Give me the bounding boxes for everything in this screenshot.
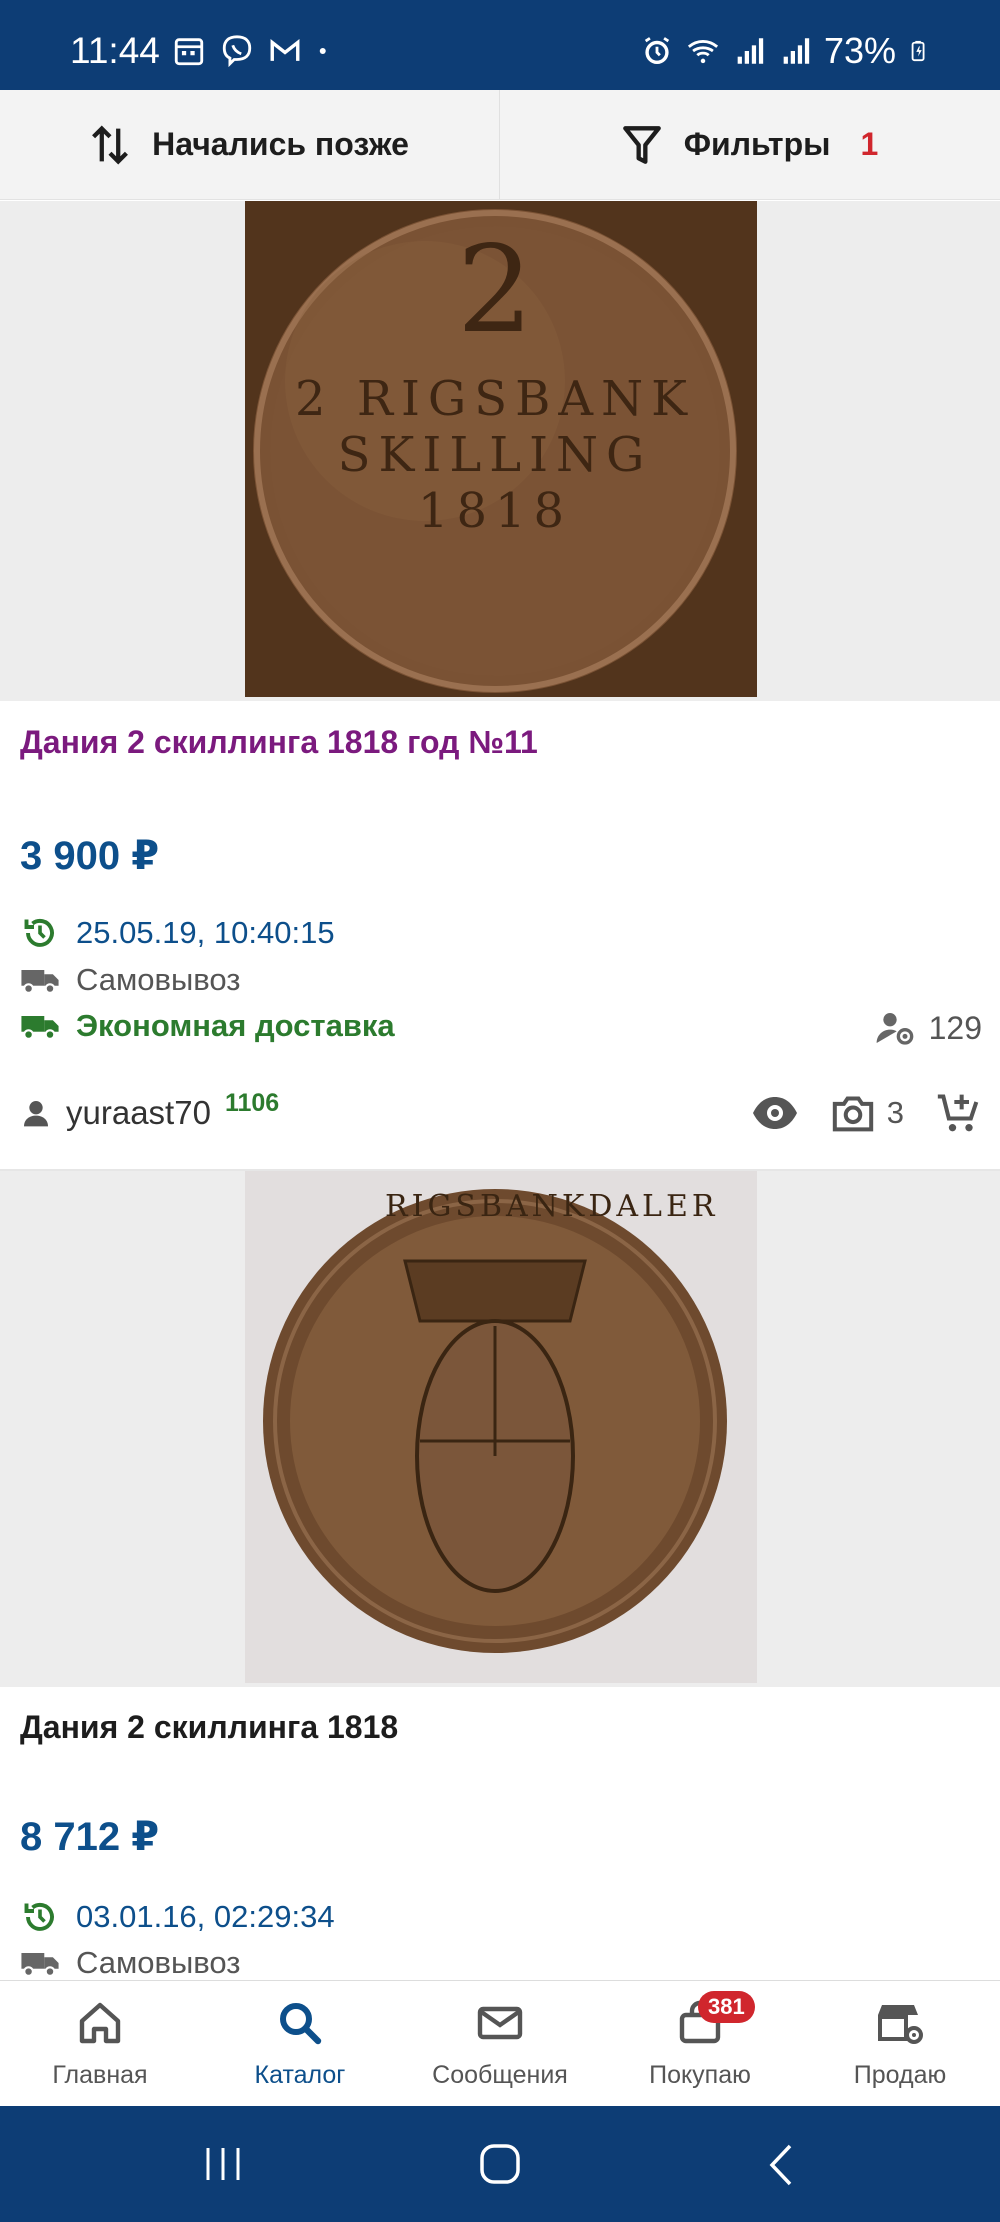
status-left-icons xyxy=(172,34,334,68)
watchers-icon xyxy=(876,1013,913,1045)
home-icon xyxy=(79,2002,121,2044)
view-count: 129 xyxy=(875,1008,982,1048)
sort-filter-bar: Начались позже Фильтры 1 xyxy=(0,90,1000,200)
listing-photo-area[interactable]: RIGSBANKDALER xyxy=(0,1171,1000,1687)
delivery-pickup: Самовывоз xyxy=(20,1945,241,1981)
views-text: 129 xyxy=(928,1009,982,1046)
delivery-pickup: Самовывоз xyxy=(20,962,241,998)
user-icon xyxy=(24,1101,48,1127)
seller[interactable]: yuraast70 1106 xyxy=(20,1089,279,1132)
nav-catalog[interactable]: Каталог xyxy=(200,1981,400,2106)
listing-card[interactable]: RIGSBANKDALER Дания 2 скиллинга 1818 8 7… xyxy=(0,1171,1000,1980)
history-icon xyxy=(24,918,54,947)
nav-messages[interactable]: Сообщения xyxy=(400,1981,600,2106)
alarm-icon xyxy=(644,37,670,65)
nav-home-label: Главная xyxy=(52,2061,148,2089)
truck-fast-icon xyxy=(21,1016,59,1040)
nav-buying[interactable]: 381 Покупаю xyxy=(600,1981,800,2106)
listing-title[interactable]: Дания 2 скиллинга 1818 год №11 xyxy=(20,724,538,761)
coin-photo[interactable]: 2 2 RIGSBANK SKILLING 1818 xyxy=(245,201,757,697)
nav-buying-label: Покупаю xyxy=(649,2061,751,2089)
sort-button[interactable]: Начались позже xyxy=(0,90,500,199)
add-to-cart-icon[interactable] xyxy=(936,1091,980,1135)
dot-icon xyxy=(319,48,326,54)
listing-title[interactable]: Дания 2 скиллинга 1818 xyxy=(20,1709,398,1746)
wifi-icon xyxy=(687,40,719,64)
viber-icon xyxy=(222,35,252,68)
filter-count: 1 xyxy=(860,126,879,162)
nav-home[interactable]: Главная xyxy=(0,1981,200,2106)
signal-icon xyxy=(783,38,810,64)
listing-actions: 3 xyxy=(751,1091,980,1135)
nav-catalog-label: Каталог xyxy=(254,2061,346,2089)
mail-icon xyxy=(477,2006,523,2040)
truck-icon xyxy=(21,970,59,994)
sort-arrows-icon xyxy=(92,125,129,164)
filter-icon xyxy=(622,125,661,164)
listing-price: 3 900 ₽ xyxy=(20,834,160,878)
bottom-navigation: Главная Каталог Сообщения 381 Покупаю Пр… xyxy=(0,1980,1000,2106)
listing-end-date: 25.05.19, 10:40:15 xyxy=(20,915,335,951)
listing-end-date: 03.01.16, 02:29:34 xyxy=(20,1899,335,1935)
system-navigation-bar xyxy=(0,2106,1000,2222)
photos-count-text: 3 xyxy=(886,1095,904,1130)
battery-percent: 73% xyxy=(823,30,896,71)
nav-messages-label: Сообщения xyxy=(432,2061,568,2089)
nav-selling[interactable]: Продаю xyxy=(800,1981,1000,2106)
listing-card[interactable]: 2 2 RIGSBANK SKILLING 1818 Дания 2 скилл… xyxy=(0,201,1000,1169)
filter-label: Фильтры xyxy=(683,126,831,162)
filter-button[interactable]: Фильтры 1 xyxy=(500,90,1000,199)
seller-rating: 1106 xyxy=(224,1088,280,1117)
coin-inscription: RIGSBANKDALER xyxy=(385,1189,719,1224)
camera-icon xyxy=(832,1096,873,1132)
listing-price: 8 712 ₽ xyxy=(20,1815,160,1859)
photos-count: 3 xyxy=(831,1093,904,1133)
date-text: 25.05.19, 10:40:15 xyxy=(76,915,335,950)
buying-badge: 381 xyxy=(698,1991,755,2023)
watch-eye-icon[interactable] xyxy=(751,1093,799,1133)
sort-label: Начались позже xyxy=(152,126,409,162)
calendar-icon xyxy=(174,38,204,66)
battery-icon xyxy=(911,40,925,62)
store-settings-icon xyxy=(878,2005,923,2044)
history-icon xyxy=(24,1902,54,1931)
gmail-icon xyxy=(270,39,300,61)
date-text: 03.01.16, 02:29:34 xyxy=(76,1899,335,1934)
seller-name[interactable]: yuraast70 xyxy=(66,1094,211,1132)
truck-icon xyxy=(21,1953,59,1977)
coin-image xyxy=(245,1171,757,1683)
pickup-text: Самовывоз xyxy=(76,962,241,997)
search-icon xyxy=(280,2003,322,2045)
status-right-icons: 73% xyxy=(640,30,930,72)
back-icon[interactable] xyxy=(766,2142,796,2188)
home-button-icon[interactable] xyxy=(478,2142,522,2186)
status-time: 11:44 xyxy=(70,30,160,71)
recent-apps-icon[interactable] xyxy=(200,2144,246,2184)
economy-delivery-text: Экономная доставка xyxy=(76,1008,395,1043)
delivery-economy: Экономная доставка xyxy=(20,1008,395,1044)
coin-photo[interactable]: RIGSBANKDALER xyxy=(245,1171,757,1683)
nav-selling-label: Продаю xyxy=(853,2061,947,2089)
listing-photo-area[interactable]: 2 2 RIGSBANK SKILLING 1818 xyxy=(0,201,1000,701)
signal-icon xyxy=(737,38,764,64)
coin-inscription: 2 2 RIGSBANK SKILLING 1818 xyxy=(295,221,695,540)
pickup-text: Самовывоз xyxy=(76,1945,241,1980)
status-bar: 11:44 73% xyxy=(0,0,1000,90)
